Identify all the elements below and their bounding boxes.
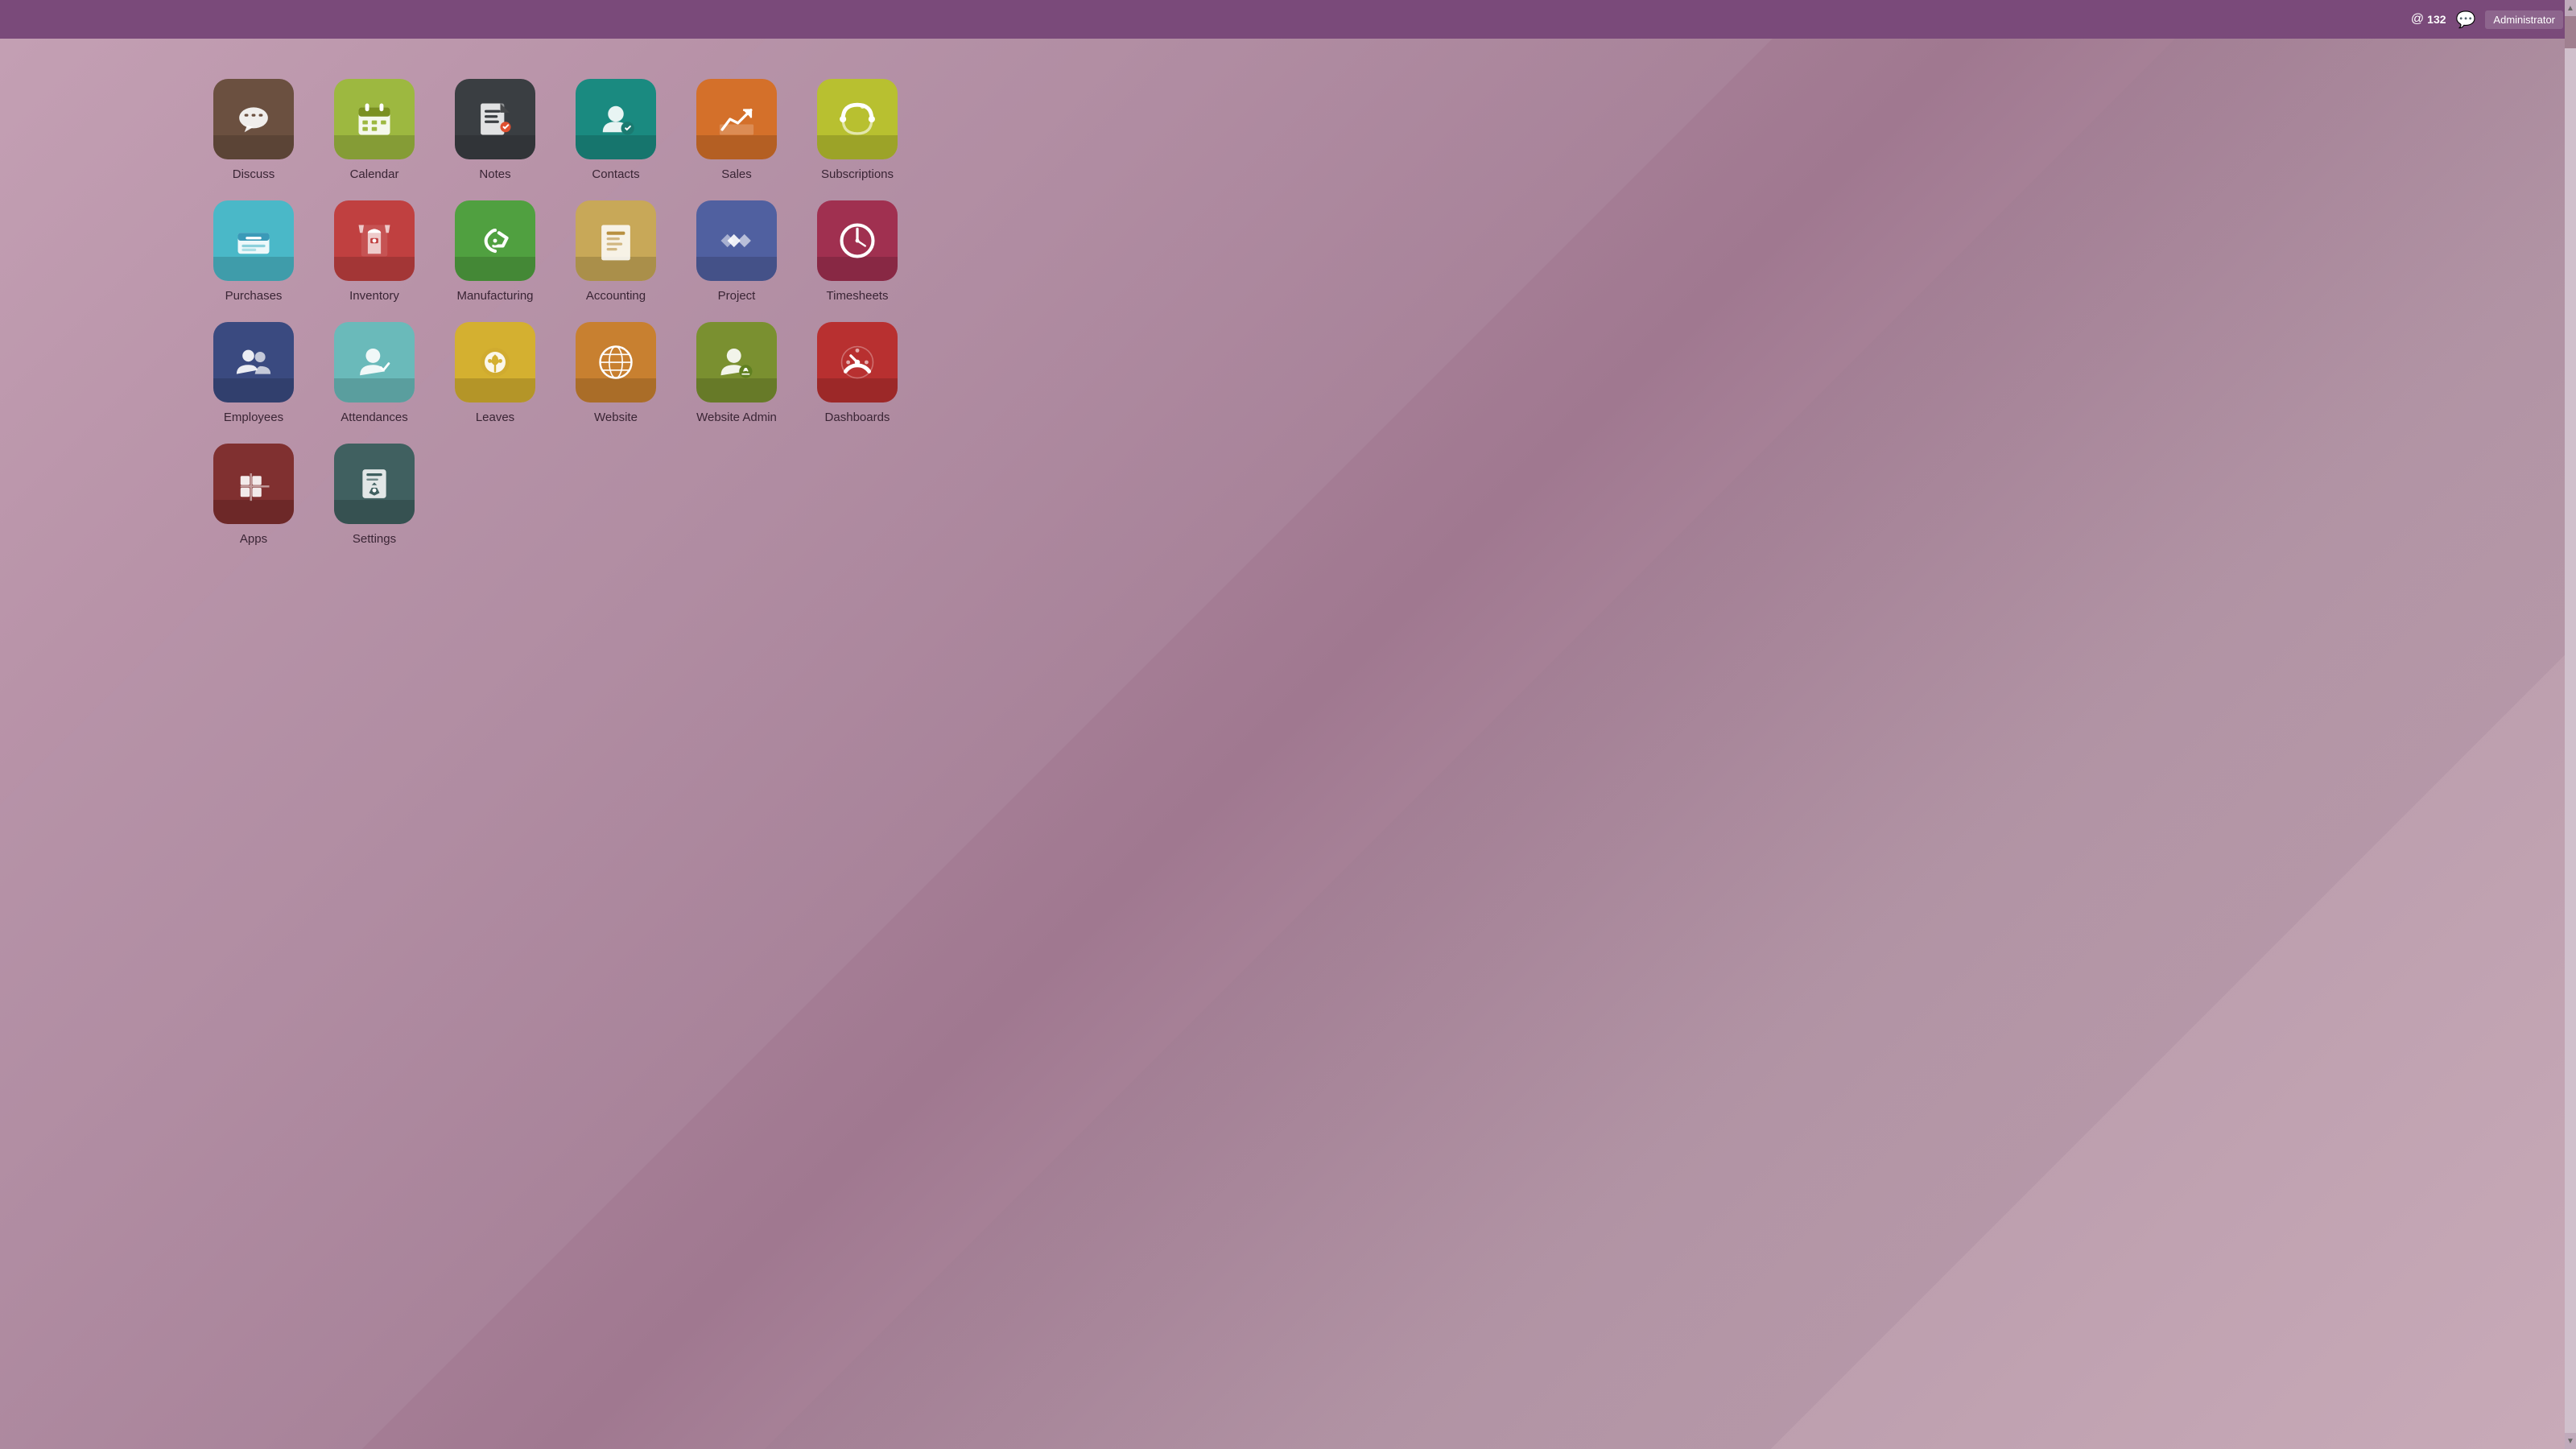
app-label-apps: Apps: [240, 532, 267, 546]
app-icon-employees: [213, 322, 294, 402]
app-label-manufacturing: Manufacturing: [456, 289, 533, 303]
app-item-dashboards[interactable]: Dashboards: [805, 322, 910, 424]
app-icon-calendar: [334, 79, 415, 159]
app-icon-purchases: [213, 200, 294, 281]
app-label-project: Project: [718, 289, 756, 303]
app-item-accounting[interactable]: Accounting: [564, 200, 668, 303]
app-item-website-admin[interactable]: Website Admin: [684, 322, 789, 424]
main-content: Discuss Calendar Notes Contacts Sales Subscri…: [0, 39, 2576, 586]
app-item-timesheets[interactable]: Timesheets: [805, 200, 910, 303]
app-icon-website-admin: [696, 322, 777, 402]
notification-count: 132: [2427, 13, 2446, 26]
app-icon-settings: [334, 444, 415, 524]
app-item-subscriptions[interactable]: Subscriptions: [805, 79, 910, 181]
app-icon-accounting: [576, 200, 656, 281]
app-label-subscriptions: Subscriptions: [821, 167, 894, 181]
at-icon: @: [2411, 12, 2424, 27]
app-label-employees: Employees: [224, 411, 283, 424]
app-item-apps[interactable]: Apps: [201, 444, 306, 546]
app-icon-contacts: [576, 79, 656, 159]
app-item-employees[interactable]: Employees: [201, 322, 306, 424]
notification-area: @ 132: [2411, 12, 2446, 27]
app-label-website: Website: [594, 411, 638, 424]
app-label-discuss: Discuss: [233, 167, 275, 181]
app-icon-discuss: [213, 79, 294, 159]
app-item-calendar[interactable]: Calendar: [322, 79, 427, 181]
header: @ 132 💬 Administrator: [0, 0, 2576, 39]
app-icon-apps: [213, 444, 294, 524]
app-item-discuss[interactable]: Discuss: [201, 79, 306, 181]
app-label-timesheets: Timesheets: [827, 289, 889, 303]
app-label-settings: Settings: [353, 532, 396, 546]
app-item-website[interactable]: Website: [564, 322, 668, 424]
app-item-inventory[interactable]: Inventory: [322, 200, 427, 303]
app-item-sales[interactable]: Sales: [684, 79, 789, 181]
user-menu[interactable]: Administrator: [2485, 10, 2563, 29]
app-label-purchases: Purchases: [225, 289, 283, 303]
app-item-leaves[interactable]: Leaves: [443, 322, 547, 424]
app-item-attendances[interactable]: Attendances: [322, 322, 427, 424]
app-label-attendances: Attendances: [341, 411, 407, 424]
app-label-dashboards: Dashboards: [825, 411, 890, 424]
app-label-calendar: Calendar: [350, 167, 399, 181]
scroll-thumb[interactable]: [2565, 16, 2576, 48]
app-icon-dashboards: [817, 322, 898, 402]
app-item-contacts[interactable]: Contacts: [564, 79, 668, 181]
app-label-inventory: Inventory: [349, 289, 399, 303]
app-icon-inventory: [334, 200, 415, 281]
app-item-manufacturing[interactable]: Manufacturing: [443, 200, 547, 303]
app-label-website-admin: Website Admin: [696, 411, 777, 424]
apps-grid: Discuss Calendar Notes Contacts Sales Subscri…: [193, 71, 2576, 554]
app-icon-leaves: [455, 322, 535, 402]
app-item-settings[interactable]: Settings: [322, 444, 427, 546]
app-icon-notes: [455, 79, 535, 159]
scroll-down[interactable]: ▼: [2565, 1433, 2576, 1449]
app-label-contacts: Contacts: [592, 167, 639, 181]
app-item-notes[interactable]: Notes: [443, 79, 547, 181]
app-icon-attendances: [334, 322, 415, 402]
scroll-up[interactable]: ▲: [2565, 0, 2576, 16]
app-label-notes: Notes: [479, 167, 510, 181]
app-label-leaves: Leaves: [476, 411, 514, 424]
chat-icon[interactable]: 💬: [2456, 10, 2476, 30]
app-item-purchases[interactable]: Purchases: [201, 200, 306, 303]
app-icon-sales: [696, 79, 777, 159]
app-icon-timesheets: [817, 200, 898, 281]
app-icon-subscriptions: [817, 79, 898, 159]
app-icon-website: [576, 322, 656, 402]
app-icon-project: [696, 200, 777, 281]
app-label-sales: Sales: [721, 167, 752, 181]
app-label-accounting: Accounting: [586, 289, 646, 303]
app-icon-manufacturing: [455, 200, 535, 281]
scrollbar: ▲ ▼: [2565, 0, 2576, 1449]
app-item-project[interactable]: Project: [684, 200, 789, 303]
